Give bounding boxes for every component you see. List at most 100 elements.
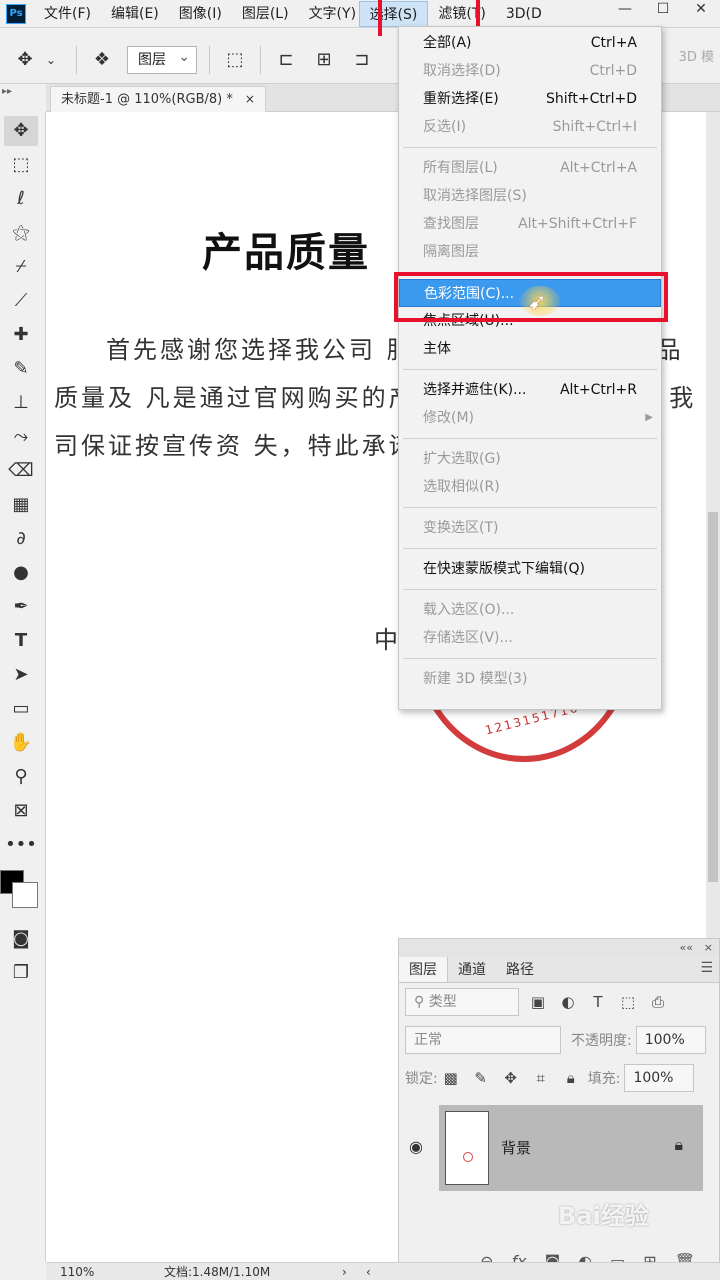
dodge-tool-icon[interactable]: ● xyxy=(4,558,38,588)
zoom-tool-icon[interactable]: ⚲ xyxy=(4,762,38,792)
visibility-eye-icon[interactable]: ◉ xyxy=(409,1137,423,1156)
menu-similar[interactable]: 选取相似(R) xyxy=(399,473,661,501)
move-icon[interactable]: ✥ xyxy=(12,47,38,73)
minimize-button[interactable]: — xyxy=(606,0,644,20)
eyedropper-icon[interactable]: ⟋ xyxy=(4,286,38,316)
chevron-down-icon[interactable]: ⌄ xyxy=(38,47,64,73)
lock-position-icon[interactable]: ✥ xyxy=(500,1069,522,1087)
document-tab[interactable]: 未标题-1 @ 110%(RGB/8) * × xyxy=(50,86,266,112)
screen-mode-icon[interactable]: ❐ xyxy=(4,958,38,988)
menu-save-selection[interactable]: 存储选区(V)... xyxy=(399,624,661,652)
menu-edit[interactable]: 编辑(E) xyxy=(101,1,169,27)
hscroll-left-icon[interactable]: ‹ xyxy=(366,1263,371,1280)
panel-header: «« × xyxy=(399,939,719,957)
type-tool-icon[interactable]: T xyxy=(4,626,38,656)
background-color-swatch[interactable] xyxy=(12,882,38,908)
menu-grow[interactable]: 扩大选取(G) xyxy=(399,445,661,473)
menu-separator xyxy=(403,548,657,549)
layer-row-background[interactable]: 背景 🔒︎ xyxy=(439,1105,703,1191)
lock-all-icon[interactable]: 🔒︎ xyxy=(560,1069,582,1087)
menu-select-and-mask[interactable]: 选择并遮住(K)... Alt+Ctrl+R xyxy=(399,376,661,404)
lock-artboard-icon[interactable]: ⌗ xyxy=(530,1069,552,1087)
close-panel-icon[interactable]: × xyxy=(704,941,713,954)
eraser-icon[interactable]: ⌫ xyxy=(4,456,38,486)
tools-panel: ✥ ⬚ ℓ ⚝ ⌿ ⟋ ✚ ✎ ⊥ ⤳ ⌫ ▦ ∂ ● ✒ T ➤ ▭ ✋ ⚲ … xyxy=(0,112,46,1262)
menu-reselect[interactable]: 重新选择(E) Shift+Ctrl+D xyxy=(399,85,661,113)
menu-select-all[interactable]: 全部(A) Ctrl+A xyxy=(399,29,661,57)
frame-tool-icon[interactable]: ⊠ xyxy=(4,796,38,826)
maximize-button[interactable]: ☐ xyxy=(644,0,682,20)
menu-quick-mask[interactable]: 在快速蒙版模式下编辑(Q) xyxy=(399,555,661,583)
document-heading: 产品质量 xyxy=(202,229,370,276)
filter-type-dropdown[interactable]: ⚲ 类型 xyxy=(405,988,519,1016)
auto-select-dropdown[interactable]: 图层 xyxy=(127,44,197,74)
menu-type[interactable]: 文字(Y) xyxy=(299,1,359,27)
menu-find-layers[interactable]: 查找图层 Alt+Shift+Ctrl+F xyxy=(399,210,661,238)
menu-isolate-layers[interactable]: 隔离图层 xyxy=(399,238,661,266)
tab-channels[interactable]: 通道 xyxy=(448,957,496,982)
image-filter-icon[interactable]: ▣ xyxy=(527,993,549,1011)
healing-brush-icon[interactable]: ✚ xyxy=(4,320,38,350)
rectangle-tool-icon[interactable]: ▭ xyxy=(4,694,38,724)
close-icon[interactable]: × xyxy=(245,92,255,106)
collapse-panel-icon[interactable]: «« xyxy=(680,941,693,954)
status-menu-arrow-icon[interactable]: › xyxy=(342,1263,347,1280)
quick-mask-icon[interactable]: ◙ xyxy=(4,924,38,954)
more-tools-icon[interactable]: ••• xyxy=(4,830,38,860)
align-right-icon[interactable]: ⊐ xyxy=(349,47,375,73)
menu-layer[interactable]: 图层(L) xyxy=(232,1,299,27)
menu-subject[interactable]: 主体 xyxy=(399,335,661,363)
layer-lock-icon[interactable]: 🔒︎ xyxy=(674,1135,683,1155)
menu-new-3d-model[interactable]: 新建 3D 模型(3) xyxy=(399,665,661,693)
layer-stack-icon[interactable]: ❖ xyxy=(89,47,115,73)
menu-deselect[interactable]: 取消选择(D) Ctrl+D xyxy=(399,57,661,85)
lasso-tool-icon[interactable]: ℓ xyxy=(4,184,38,214)
menu-all-layers[interactable]: 所有图层(L) Alt+Ctrl+A xyxy=(399,154,661,182)
blur-tool-icon[interactable]: ∂ xyxy=(4,524,38,554)
crop-tool-icon[interactable]: ⌿ xyxy=(4,252,38,282)
menu-transform-selection[interactable]: 变换选区(T) xyxy=(399,514,661,542)
signer-text: 中 xyxy=(374,626,398,654)
clone-stamp-icon[interactable]: ⊥ xyxy=(4,388,38,418)
opacity-field[interactable]: 100% xyxy=(635,1026,706,1054)
align-center-icon[interactable]: ⊞ xyxy=(311,47,337,73)
menu-inverse[interactable]: 反选(I) Shift+Ctrl+I xyxy=(399,113,661,141)
gradient-tool-icon[interactable]: ▦ xyxy=(4,490,38,520)
panel-collapse-icon[interactable]: ▸▸ xyxy=(2,86,12,97)
opacity-label: 不透明度: xyxy=(571,1033,632,1049)
move-tool-icon[interactable]: ✥ xyxy=(4,116,38,146)
marquee-tool-icon[interactable]: ⬚ xyxy=(4,150,38,180)
color-swatches[interactable] xyxy=(0,860,46,920)
menu-deselect-layers[interactable]: 取消选择图层(S) xyxy=(399,182,661,210)
path-selection-icon[interactable]: ➤ xyxy=(4,660,38,690)
menu-image[interactable]: 图像(I) xyxy=(169,1,232,27)
panel-menu-icon[interactable]: ☰ xyxy=(700,960,713,976)
lock-pixels-icon[interactable]: ✎ xyxy=(470,1069,492,1087)
brush-tool-icon[interactable]: ✎ xyxy=(4,354,38,384)
smart-object-filter-icon[interactable]: ⎙ xyxy=(647,993,669,1011)
blend-row: 正常 不透明度: 100% xyxy=(399,1021,719,1059)
close-window-button[interactable]: ✕ xyxy=(682,0,720,20)
transform-controls-icon[interactable]: ⬚ xyxy=(222,47,248,73)
scrollbar-thumb[interactable] xyxy=(708,512,718,882)
tab-layers[interactable]: 图层 xyxy=(399,957,448,982)
zoom-level[interactable]: 110% xyxy=(60,1263,94,1280)
3d-mode-label[interactable]: 3D 模 xyxy=(679,46,714,65)
adjustment-filter-icon[interactable]: ◐ xyxy=(557,993,579,1011)
type-filter-icon[interactable]: T xyxy=(587,993,609,1011)
lock-transparent-icon[interactable]: ▩ xyxy=(440,1069,462,1087)
pen-tool-icon[interactable]: ✒ xyxy=(4,592,38,622)
menu-load-selection[interactable]: 载入选区(O)... xyxy=(399,596,661,624)
menu-file[interactable]: 文件(F) xyxy=(34,1,101,27)
tab-paths[interactable]: 路径 xyxy=(496,957,544,982)
menu-modify[interactable]: 修改(M) ▶ xyxy=(399,404,661,432)
watermark: Bai经验 xyxy=(558,1202,649,1230)
magic-wand-icon[interactable]: ⚝ xyxy=(4,218,38,248)
shape-filter-icon[interactable]: ⬚ xyxy=(617,993,639,1011)
fill-field[interactable]: 100% xyxy=(624,1064,695,1092)
menu-3d[interactable]: 3D(D) xyxy=(496,1,542,27)
hand-tool-icon[interactable]: ✋ xyxy=(4,728,38,758)
history-brush-icon[interactable]: ⤳ xyxy=(4,422,38,452)
blend-mode-dropdown[interactable]: 正常 xyxy=(405,1026,561,1054)
align-left-icon[interactable]: ⊏ xyxy=(273,47,299,73)
